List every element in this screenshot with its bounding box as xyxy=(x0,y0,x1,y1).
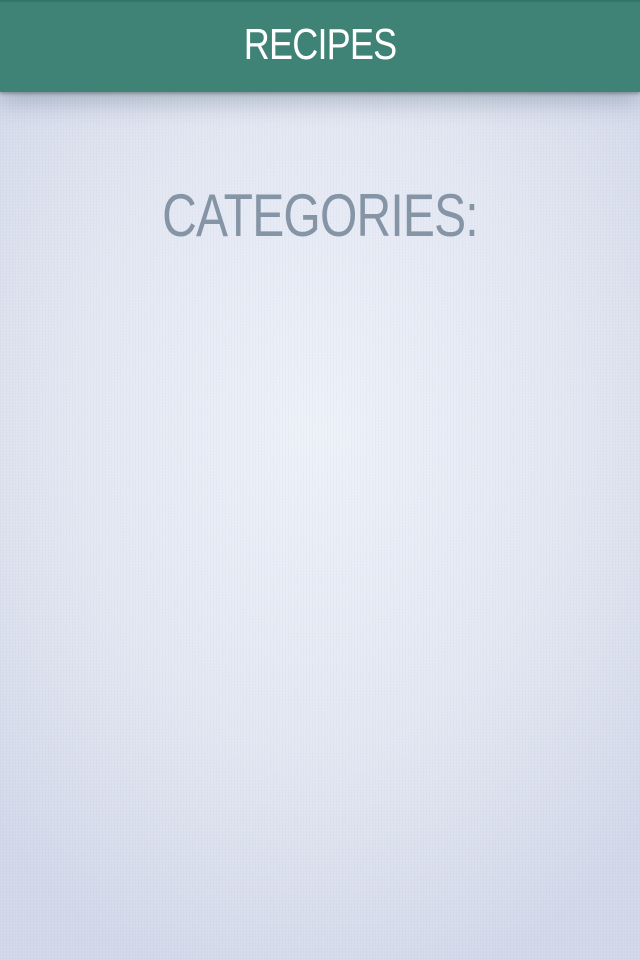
header-title: RECIPES xyxy=(243,20,397,69)
categories-heading: CATEGORIES: xyxy=(162,182,479,249)
nav-header: RECIPES xyxy=(0,0,640,92)
category-list xyxy=(40,280,600,920)
